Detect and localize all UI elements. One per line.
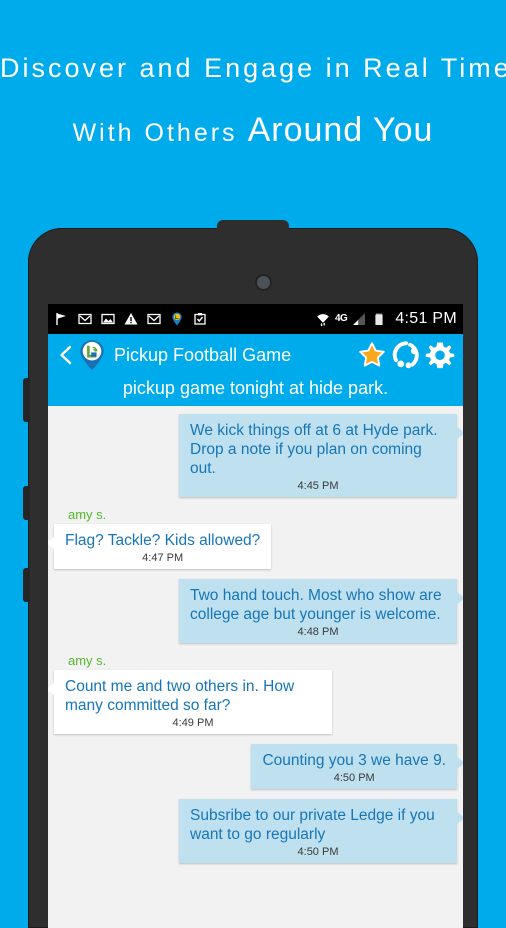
flag-icon xyxy=(56,313,66,325)
app-bar: Pickup Football Game xyxy=(48,334,463,376)
gmail-icon xyxy=(147,313,161,325)
star-icon[interactable] xyxy=(357,340,387,370)
status-bar-notifications xyxy=(54,311,315,327)
conversation-subtitle: pickup game tonight at hide park. xyxy=(48,376,463,406)
warning-triangle-icon xyxy=(124,313,138,325)
status-bar: 4G 4:51 PM xyxy=(48,304,463,334)
message-bubble[interactable]: Flag? Tackle? Kids allowed? 4:47 PM xyxy=(48,524,272,569)
message-bubble[interactable]: We kick things off at 6 at Hyde park. Dr… xyxy=(179,414,463,497)
message-row: We kick things off at 6 at Hyde park. Dr… xyxy=(48,414,463,497)
message-sender-name: amy s. xyxy=(68,653,107,668)
volume-up-button[interactable] xyxy=(23,378,30,422)
promo-line-2: With Others Around You xyxy=(0,110,506,157)
promo-line-1: Discover and Engage in Real Time xyxy=(0,53,506,83)
message-timestamp: 4:45 PM xyxy=(297,480,339,492)
message-text: We kick things off at 6 at Hyde park. Dr… xyxy=(190,422,438,477)
promo-headline: Discover and Engage in Real Time With Ot… xyxy=(0,0,506,157)
message-sender-name: amy s. xyxy=(68,507,107,522)
volume-down-button[interactable] xyxy=(23,486,30,520)
status-bar-clock: 4:51 PM xyxy=(395,310,457,327)
promo-line-2-big: Around You xyxy=(247,111,434,149)
message-bubble[interactable]: Count me and two others in. How many com… xyxy=(48,670,332,734)
message-timestamp: 4:50 PM xyxy=(333,772,375,784)
message-text: Subsribe to our private Ledge if you wan… xyxy=(190,807,435,843)
phone-screen: 4G 4:51 PM Pickup Football Game pickup g… xyxy=(48,304,463,928)
message-row: amy s. Flag? Tackle? Kids allowed? 4:47 PM xyxy=(48,507,463,569)
message-text: Counting you 3 we have 9. xyxy=(262,752,446,769)
gear-icon[interactable] xyxy=(425,340,455,370)
battery-icon xyxy=(375,313,383,325)
message-row: Counting you 3 we have 9. 4:50 PM xyxy=(48,744,463,789)
message-row: amy s. Count me and two others in. How ma… xyxy=(48,653,463,734)
message-row: Subsribe to our private Ledge if you wan… xyxy=(48,799,463,863)
message-text: Count me and two others in. How many com… xyxy=(65,678,295,714)
app-bar-actions xyxy=(357,340,455,370)
share-circle-icon[interactable] xyxy=(391,340,421,370)
message-text: Two hand touch. Most who show are colleg… xyxy=(190,587,442,623)
message-timestamp: 4:49 PM xyxy=(172,717,214,729)
status-bar-system: 4G 4:51 PM xyxy=(315,310,457,328)
image-icon xyxy=(101,313,115,325)
message-bubble[interactable]: Counting you 3 we have 9. 4:50 PM xyxy=(251,744,463,789)
message-timestamp: 4:47 PM xyxy=(142,552,184,564)
clipboard-check-icon xyxy=(194,313,206,325)
phone-top-nub xyxy=(217,220,289,236)
message-list[interactable]: We kick things off at 6 at Hyde park. Dr… xyxy=(48,406,463,924)
page-title: Pickup Football Game xyxy=(114,344,292,365)
signal-bars-icon xyxy=(353,313,366,325)
phone-mockup: 4G 4:51 PM Pickup Football Game pickup g… xyxy=(23,220,478,928)
message-row: Two hand touch. Most who show are colleg… xyxy=(48,579,463,643)
message-timestamp: 4:48 PM xyxy=(297,626,339,638)
message-bubble[interactable]: Subsribe to our private Ledge if you wan… xyxy=(179,799,463,863)
message-timestamp: 4:50 PM xyxy=(297,846,339,858)
promo-line-2-small: With Others xyxy=(72,119,238,147)
gmail-icon xyxy=(78,313,92,325)
network-label: 4G xyxy=(334,313,348,324)
location-pin-icon xyxy=(172,312,182,326)
front-camera-icon xyxy=(257,276,270,289)
power-button[interactable] xyxy=(23,568,30,602)
wifi-icon xyxy=(317,314,329,327)
message-bubble[interactable]: Two hand touch. Most who show are colleg… xyxy=(179,579,463,643)
message-text: Flag? Tackle? Kids allowed? xyxy=(65,532,261,549)
app-logo-pin-icon xyxy=(80,340,104,370)
back-chevron-icon[interactable] xyxy=(56,344,76,366)
